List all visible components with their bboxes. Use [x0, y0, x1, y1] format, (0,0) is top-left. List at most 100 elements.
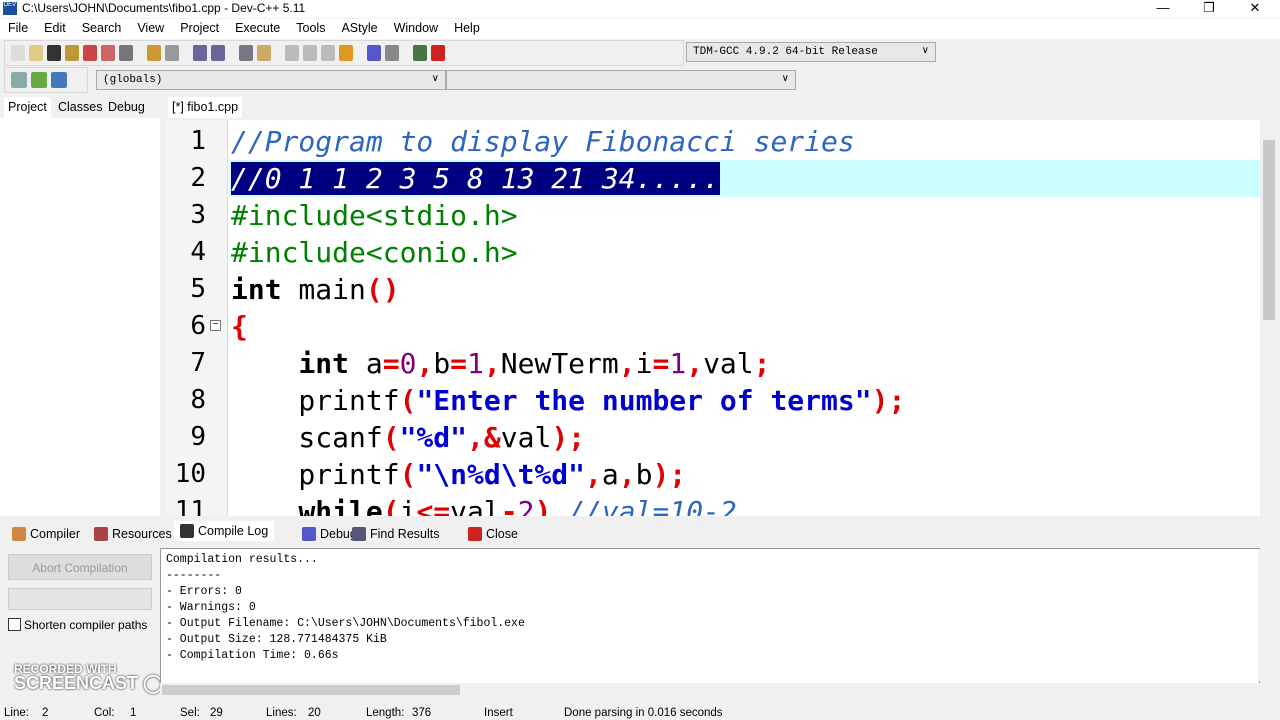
chevron-down-icon: ∨ [431, 73, 439, 84]
minimize-button[interactable]: — [1140, 0, 1186, 18]
profile-icon[interactable] [413, 45, 427, 61]
tab-debug[interactable]: Debug [104, 97, 149, 118]
code-token: ( [399, 458, 417, 491]
unindent-icon[interactable] [257, 45, 271, 61]
menu-execute[interactable]: Execute [227, 19, 288, 39]
new-file-icon[interactable] [11, 45, 25, 61]
add-icon[interactable] [31, 72, 47, 88]
code-line[interactable]: #include<conio.h> [231, 234, 518, 271]
code-token: "\n%d\t%d" [416, 458, 586, 491]
menu-edit[interactable]: Edit [36, 19, 74, 39]
code-token: i [399, 495, 417, 516]
undo-icon[interactable] [147, 45, 161, 61]
save-all-icon[interactable] [65, 45, 79, 61]
class-browser-icon[interactable] [11, 72, 27, 88]
stop-icon[interactable] [385, 45, 399, 61]
editor-vertical-scrollbar[interactable] [1260, 120, 1278, 516]
scrollbar-thumb[interactable] [162, 685, 460, 695]
code-line[interactable]: printf("\n%d\t%d",a,b); [231, 456, 686, 493]
log-horizontal-scrollbar[interactable] [160, 683, 1260, 697]
code-token: 1 [669, 347, 687, 380]
code-editor[interactable]: 1 //Program to display Fibonacci series 2 /… [166, 120, 1260, 516]
syntax-check-icon[interactable] [367, 45, 381, 61]
scope-select[interactable]: (globals) ∨ [96, 70, 446, 90]
maximize-button[interactable]: ❐ [1186, 0, 1232, 18]
close-all-icon[interactable] [101, 45, 115, 61]
rebuild-icon[interactable] [339, 45, 353, 61]
delete-profile-icon[interactable] [431, 45, 445, 61]
tab-project[interactable]: Project [4, 97, 51, 118]
code-token: val [500, 421, 552, 454]
code-line[interactable]: //Program to display Fibonacci series [231, 123, 855, 160]
tab-close[interactable]: Close [462, 524, 524, 544]
code-token: b [635, 458, 653, 491]
code-line[interactable]: { [231, 308, 248, 345]
tab-resources[interactable]: Resources [88, 524, 178, 544]
run-icon[interactable] [303, 45, 317, 61]
close-icon [468, 527, 482, 541]
log-line: - Compilation Time: 0.66s [166, 649, 339, 662]
compile-progress-bar [8, 588, 152, 610]
close-window-button[interactable]: ✕ [1232, 0, 1278, 18]
bookmark-icon[interactable] [51, 72, 67, 88]
code-line[interactable]: while(i<=val-2) //val=10-2 [231, 493, 736, 516]
code-token: = [382, 347, 400, 380]
code-token: , [585, 458, 602, 491]
redo-icon[interactable] [165, 45, 179, 61]
code-token: 1 [467, 347, 484, 380]
code-line[interactable]: scanf("%d",&val); [231, 419, 585, 456]
code-line[interactable]: //0 1 1 2 3 5 8 13 21 34..... [231, 160, 720, 197]
fold-toggle-icon[interactable]: − [210, 320, 221, 331]
app-icon: DEV [3, 2, 17, 15]
menu-window[interactable]: Window [386, 19, 446, 39]
save-icon[interactable] [47, 45, 61, 61]
find-icon[interactable] [193, 45, 207, 61]
tab-fibo1-cpp[interactable]: [*] fibo1.cpp [168, 97, 243, 118]
tab-label: Close [486, 527, 518, 541]
compile-icon[interactable] [285, 45, 299, 61]
open-icon[interactable] [29, 45, 43, 61]
code-token: { [231, 310, 248, 343]
code-token: "Enter the number of terms" [416, 384, 872, 417]
tab-compiler[interactable]: Compiler [6, 524, 86, 544]
scrollbar-thumb[interactable] [1263, 140, 1275, 320]
line-number: 3 [190, 200, 206, 230]
code-token: () [365, 273, 400, 306]
menu-view[interactable]: View [129, 19, 172, 39]
compiler-select[interactable]: TDM-GCC 4.9.2 64-bit Release ∨ [686, 42, 936, 62]
tab-classes[interactable]: Classes [54, 97, 106, 118]
tab-label: Resources [112, 527, 172, 541]
status-col: 1 [130, 707, 137, 719]
log-vertical-scrollbar[interactable] [1258, 549, 1274, 681]
replace-icon[interactable] [211, 45, 225, 61]
compile-run-icon[interactable] [321, 45, 335, 61]
log-line: -------- [166, 569, 222, 582]
print-icon[interactable] [119, 45, 133, 61]
menu-help[interactable]: Help [446, 19, 488, 39]
menu-file[interactable]: File [0, 19, 36, 39]
menu-project[interactable]: Project [172, 19, 227, 39]
menu-search[interactable]: Search [74, 19, 130, 39]
tab-compile-log[interactable]: Compile Log [174, 521, 275, 541]
main-toolbar [4, 40, 684, 66]
menu-tools[interactable]: Tools [288, 19, 333, 39]
status-line: 2 [42, 707, 49, 719]
find-results-icon [352, 527, 366, 541]
chevron-down-icon: ∨ [921, 45, 929, 56]
code-line[interactable]: #include<stdio.h> [231, 197, 518, 234]
menu-astyle[interactable]: AStyle [333, 19, 385, 39]
indent-icon[interactable] [239, 45, 253, 61]
code-line[interactable]: int main() [231, 271, 400, 308]
abort-compilation-button[interactable]: Abort Compilation [8, 554, 152, 580]
line-number: 2 [190, 163, 206, 193]
shorten-paths-checkbox[interactable] [8, 618, 21, 631]
tab-find-results[interactable]: Find Results [346, 524, 445, 544]
code-token: 2 [517, 495, 535, 516]
member-select[interactable]: ∨ [446, 70, 796, 90]
code-line[interactable]: int a=0,b=1,NewTerm,i=1,val; [231, 345, 770, 382]
code-token: ); [652, 458, 687, 491]
code-line[interactable]: printf("Enter the number of terms"); [231, 382, 905, 419]
tab-label: Compile Log [198, 524, 269, 538]
close-icon[interactable] [83, 45, 97, 61]
